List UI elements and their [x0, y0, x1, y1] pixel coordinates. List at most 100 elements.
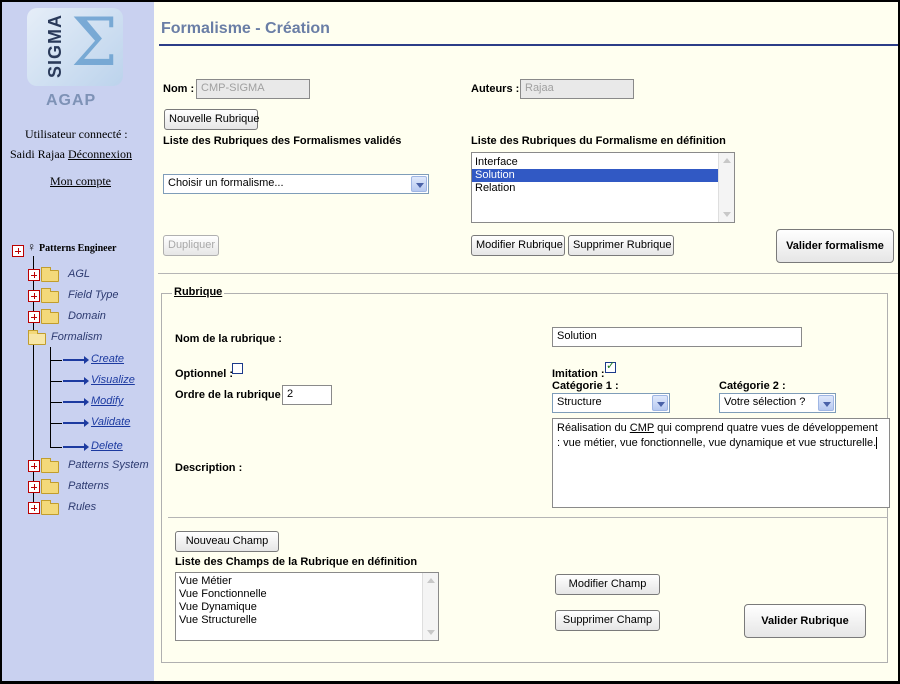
scroll-down-icon[interactable]	[720, 207, 734, 221]
tree-connector	[50, 360, 62, 361]
tree-connector	[50, 447, 62, 448]
list-item[interactable]: Vue Structurelle	[176, 614, 438, 627]
sigma-icon: Σ	[71, 4, 118, 81]
imitation-checkbox[interactable]	[605, 359, 616, 373]
tree-item-field-type[interactable]: Field Type	[68, 289, 119, 301]
tree-root-label[interactable]: Patterns Engineer	[39, 243, 117, 254]
nouveau-champ-button[interactable]: Nouveau Champ	[175, 531, 279, 552]
champs-list[interactable]: Vue Métier Vue Fonctionnelle Vue Dynamiq…	[175, 572, 439, 641]
ordre-field[interactable]: 2	[282, 385, 332, 405]
description-line2: : vue métier, vue fonctionnelle, vue dyn…	[557, 437, 877, 449]
formalisme-select[interactable]: Choisir un formalisme...	[163, 174, 429, 194]
def-rubriques-list[interactable]: Interface Solution Relation	[471, 152, 735, 223]
list-item[interactable]: Vue Fonctionnelle	[176, 588, 438, 601]
main-content: Formalisme - Création Nom : CMP-SIGMA Au…	[154, 2, 898, 681]
description-prefix: Réalisation du	[557, 422, 630, 434]
open-folder-icon	[28, 330, 46, 345]
optionnel-label: Optionnel :	[175, 368, 234, 380]
imitation-label: Imitation :	[552, 368, 605, 380]
supprimer-rubrique-button[interactable]: Supprimer Rubrique	[568, 235, 674, 256]
expand-field-type-icon[interactable]	[28, 290, 40, 302]
tree-item-rules[interactable]: Rules	[68, 501, 96, 513]
description-field[interactable]: Réalisation du CMP qui comprend quatre v…	[552, 418, 890, 508]
list-item[interactable]: Vue Métier	[176, 575, 438, 588]
tree-item-delete[interactable]: Delete	[91, 440, 123, 452]
arrow-icon	[63, 443, 89, 451]
categorie1-label: Catégorie 1 :	[552, 380, 619, 392]
tree-item-validate[interactable]: Validate	[91, 416, 130, 428]
description-cmp: CMP	[629, 422, 655, 434]
folder-icon	[41, 479, 59, 494]
nom-rubrique-field[interactable]: Solution	[552, 327, 802, 347]
chevron-down-icon[interactable]	[411, 176, 427, 192]
arrow-icon	[63, 398, 89, 406]
expand-agl-icon[interactable]	[28, 269, 40, 281]
tree-item-agl[interactable]: AGL	[68, 268, 90, 280]
tree-item-modify[interactable]: Modify	[91, 395, 123, 407]
scroll-up-icon[interactable]	[720, 154, 734, 168]
expand-root-icon[interactable]	[12, 245, 24, 257]
logo-text: SIGMA	[45, 13, 65, 78]
ordre-label: Ordre de la rubrique :	[175, 389, 288, 401]
list-item[interactable]: Relation	[472, 182, 734, 195]
user-info: Saidi Rajaa Déconnexion	[10, 147, 132, 162]
nom-label: Nom :	[163, 83, 195, 95]
user-name: Saidi Rajaa	[10, 147, 65, 161]
tree-item-formalism[interactable]: Formalism	[51, 331, 102, 343]
person-icon: ♀	[27, 240, 36, 254]
nouvelle-rubrique-button[interactable]: Nouvelle Rubrique	[164, 109, 260, 130]
page-title: Formalisme - Création	[161, 20, 330, 37]
scrollbar[interactable]	[422, 573, 438, 640]
account-link[interactable]: Mon compte	[50, 174, 111, 189]
tree-connector	[50, 423, 62, 424]
folder-icon	[41, 267, 59, 282]
scroll-up-icon[interactable]	[424, 574, 438, 588]
valider-formalisme-button[interactable]: Valider formalisme	[776, 229, 894, 263]
arrow-icon	[63, 419, 89, 427]
scroll-down-icon[interactable]	[424, 625, 438, 639]
modifier-rubrique-button[interactable]: Modifier Rubrique	[471, 235, 565, 256]
title-divider	[159, 44, 898, 46]
tree-item-create[interactable]: Create	[91, 353, 124, 365]
valid-list-label: Liste des Rubriques des Formalismes vali…	[163, 135, 402, 147]
tree-item-visualize[interactable]: Visualize	[91, 374, 135, 386]
tree-item-patterns[interactable]: Patterns	[68, 480, 109, 492]
categorie2-label: Catégorie 2 :	[719, 380, 786, 392]
arrow-icon	[63, 377, 89, 385]
list-item-selected[interactable]: Solution	[472, 169, 734, 182]
categorie2-select[interactable]: Votre sélection ?	[719, 393, 836, 413]
expand-patterns-icon[interactable]	[28, 481, 40, 493]
expand-domain-icon[interactable]	[28, 311, 40, 323]
valider-rubrique-button[interactable]: Valider Rubrique	[744, 604, 866, 638]
user-label: Utilisateur connecté :	[25, 127, 128, 141]
expand-rules-icon[interactable]	[28, 502, 40, 514]
auteurs-field[interactable]: Rajaa	[520, 79, 634, 99]
expand-patterns-system-icon[interactable]	[28, 460, 40, 472]
sidebar: Σ SIGMA AGAP Utilisateur connecté : Said…	[2, 2, 154, 681]
folder-icon	[41, 309, 59, 324]
champs-list-label: Liste des Champs de la Rubrique en défin…	[175, 556, 418, 568]
tree-item-patterns-system[interactable]: Patterns System	[68, 459, 149, 471]
scrollbar[interactable]	[718, 153, 734, 222]
dupliquer-button[interactable]: Dupliquer	[163, 235, 219, 256]
categorie2-value: Votre sélection ?	[724, 396, 806, 408]
auteurs-label: Auteurs :	[471, 83, 520, 95]
description-label: Description :	[175, 462, 243, 474]
list-item[interactable]: Vue Dynamique	[176, 601, 438, 614]
chevron-down-icon[interactable]	[818, 395, 834, 411]
tree-connector	[50, 381, 62, 382]
logout-link[interactable]: Déconnexion	[68, 147, 132, 161]
folder-icon	[41, 500, 59, 515]
rubrique-legend: Rubrique	[172, 286, 225, 298]
list-item[interactable]: Interface	[472, 156, 734, 169]
chevron-down-icon[interactable]	[652, 395, 668, 411]
tree-connector	[50, 347, 51, 448]
modifier-champ-button[interactable]: Modifier Champ	[555, 574, 660, 595]
arrow-icon	[63, 356, 89, 364]
description-line1-rest: qui comprend quatre vues de développemen…	[654, 422, 878, 434]
categorie1-select[interactable]: Structure	[552, 393, 670, 413]
tree-item-domain[interactable]: Domain	[68, 310, 106, 322]
nom-field[interactable]: CMP-SIGMA	[196, 79, 310, 99]
supprimer-champ-button[interactable]: Supprimer Champ	[555, 610, 660, 631]
optionnel-checkbox[interactable]	[232, 363, 243, 374]
